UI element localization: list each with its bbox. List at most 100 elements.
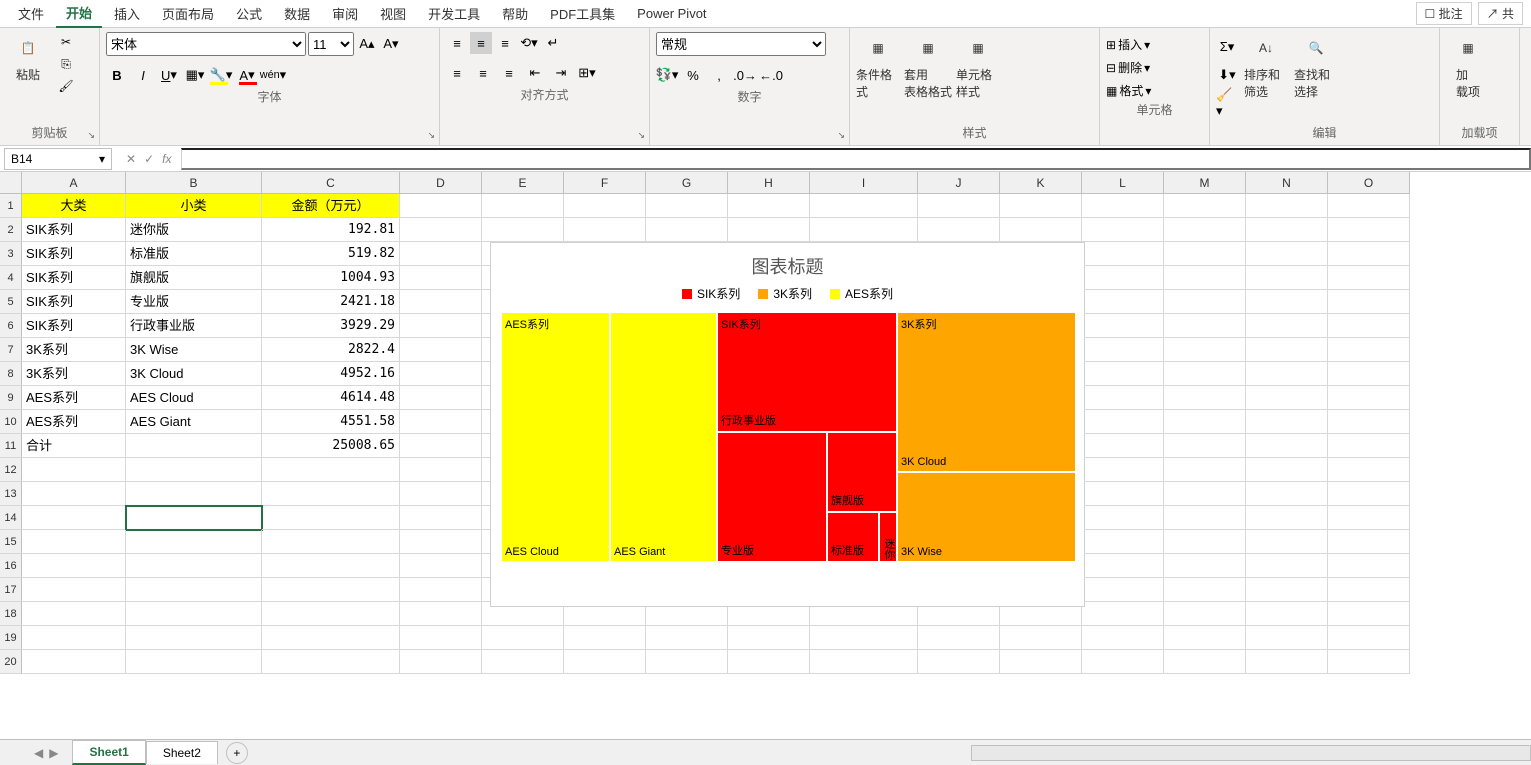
merge-button[interactable]: ⊞▾	[576, 62, 598, 84]
cell[interactable]	[1246, 530, 1328, 554]
cell[interactable]	[1164, 386, 1246, 410]
cell[interactable]	[1082, 362, 1164, 386]
cell[interactable]: 3929.29	[262, 314, 400, 338]
cell[interactable]	[400, 194, 482, 218]
cell[interactable]	[646, 650, 728, 674]
tm-sik-std[interactable]: 标准版	[827, 512, 879, 562]
row-header[interactable]: 5	[0, 290, 22, 314]
formula-input[interactable]	[181, 148, 1531, 170]
cell[interactable]	[1246, 482, 1328, 506]
cell[interactable]	[728, 194, 810, 218]
cell[interactable]	[1164, 626, 1246, 650]
insert-cells-button[interactable]: ⊞ 插入 ▾	[1106, 36, 1203, 53]
fx-icon[interactable]: fx	[162, 152, 171, 166]
align-top-icon[interactable]: ≡	[446, 32, 468, 54]
dialog-launcher-icon[interactable]: ↘	[87, 130, 95, 141]
column-header[interactable]: L	[1082, 172, 1164, 194]
cell[interactable]	[1082, 338, 1164, 362]
bold-button[interactable]: B	[106, 64, 128, 86]
row-header[interactable]: 12	[0, 458, 22, 482]
sheet-add-button[interactable]: +	[226, 742, 248, 764]
cancel-icon[interactable]: ✕	[126, 152, 136, 166]
indent-increase-icon[interactable]: ⇥	[550, 62, 572, 84]
cell[interactable]	[1082, 290, 1164, 314]
cell[interactable]	[1082, 434, 1164, 458]
cell[interactable]	[262, 578, 400, 602]
tab-home[interactable]: 开始	[56, 0, 102, 28]
cell[interactable]	[1328, 386, 1410, 410]
cell[interactable]	[400, 410, 482, 434]
tab-help[interactable]: 帮助	[492, 0, 538, 27]
cell[interactable]	[400, 602, 482, 626]
clear-icon[interactable]: 🧹▾	[1216, 92, 1238, 114]
cell[interactable]	[126, 506, 262, 530]
column-header[interactable]: I	[810, 172, 918, 194]
cell[interactable]	[22, 602, 126, 626]
cell[interactable]	[400, 266, 482, 290]
cell[interactable]	[810, 626, 918, 650]
cell[interactable]: SIK系列	[22, 242, 126, 266]
tab-formulas[interactable]: 公式	[226, 0, 272, 27]
row-header[interactable]: 4	[0, 266, 22, 290]
dialog-launcher-icon[interactable]: ↘	[637, 130, 645, 141]
cell[interactable]	[1164, 650, 1246, 674]
chevron-down-icon[interactable]: ▾	[99, 152, 105, 166]
cell[interactable]	[1164, 362, 1246, 386]
cell[interactable]	[1164, 314, 1246, 338]
cell[interactable]	[482, 194, 564, 218]
cell[interactable]	[1246, 458, 1328, 482]
cell[interactable]	[400, 506, 482, 530]
tm-aes-giant[interactable]: AES Giant	[610, 312, 717, 562]
percent-icon[interactable]: %	[682, 64, 704, 86]
cell[interactable]	[400, 434, 482, 458]
copy-icon[interactable]: ⎘	[56, 54, 76, 74]
cell[interactable]	[1164, 242, 1246, 266]
sheet-tab-1[interactable]: Sheet1	[72, 740, 145, 765]
tab-insert[interactable]: 插入	[104, 0, 150, 27]
cell[interactable]: 519.82	[262, 242, 400, 266]
grow-font-icon[interactable]: A▴	[356, 33, 378, 55]
dialog-launcher-icon[interactable]: ↘	[427, 130, 435, 141]
cell[interactable]	[1082, 458, 1164, 482]
cell[interactable]: AES Cloud	[126, 386, 262, 410]
cell[interactable]	[564, 626, 646, 650]
cell[interactable]	[646, 218, 728, 242]
cell[interactable]	[1328, 242, 1410, 266]
row-header[interactable]: 6	[0, 314, 22, 338]
addins-button[interactable]: ▦加 载项	[1446, 32, 1490, 100]
cell[interactable]: 合计	[22, 434, 126, 458]
cell[interactable]: 行政事业版	[126, 314, 262, 338]
cell[interactable]	[1246, 506, 1328, 530]
paste-button[interactable]: 📋 粘贴	[6, 32, 50, 83]
cell[interactable]	[1246, 434, 1328, 458]
column-header[interactable]: G	[646, 172, 728, 194]
column-header[interactable]: K	[1000, 172, 1082, 194]
autosum-icon[interactable]: Σ▾	[1216, 36, 1238, 58]
cell[interactable]	[1328, 602, 1410, 626]
format-cells-button[interactable]: ▦ 格式 ▾	[1106, 82, 1203, 99]
cell[interactable]	[1246, 314, 1328, 338]
cell[interactable]	[1328, 578, 1410, 602]
cell[interactable]	[400, 626, 482, 650]
cell[interactable]	[1164, 266, 1246, 290]
cell[interactable]	[400, 578, 482, 602]
cell[interactable]	[1246, 602, 1328, 626]
cell[interactable]	[1246, 554, 1328, 578]
phonetic-button[interactable]: wén▾	[262, 64, 284, 86]
find-select-button[interactable]: 🔍查找和选择	[1294, 32, 1338, 100]
tab-pdf[interactable]: PDF工具集	[540, 0, 625, 27]
cell[interactable]	[1164, 530, 1246, 554]
column-header[interactable]: E	[482, 172, 564, 194]
row-header[interactable]: 15	[0, 530, 22, 554]
row-header[interactable]: 17	[0, 578, 22, 602]
cell[interactable]: 金额（万元）	[262, 194, 400, 218]
row-header[interactable]: 18	[0, 602, 22, 626]
row-header[interactable]: 8	[0, 362, 22, 386]
cell[interactable]	[1246, 578, 1328, 602]
cell[interactable]: SIK系列	[22, 266, 126, 290]
tm-3k-wise[interactable]: 3K Wise	[897, 472, 1076, 562]
row-header[interactable]: 9	[0, 386, 22, 410]
cell[interactable]	[1082, 626, 1164, 650]
align-right-icon[interactable]: ≡	[498, 62, 520, 84]
cell[interactable]	[126, 602, 262, 626]
